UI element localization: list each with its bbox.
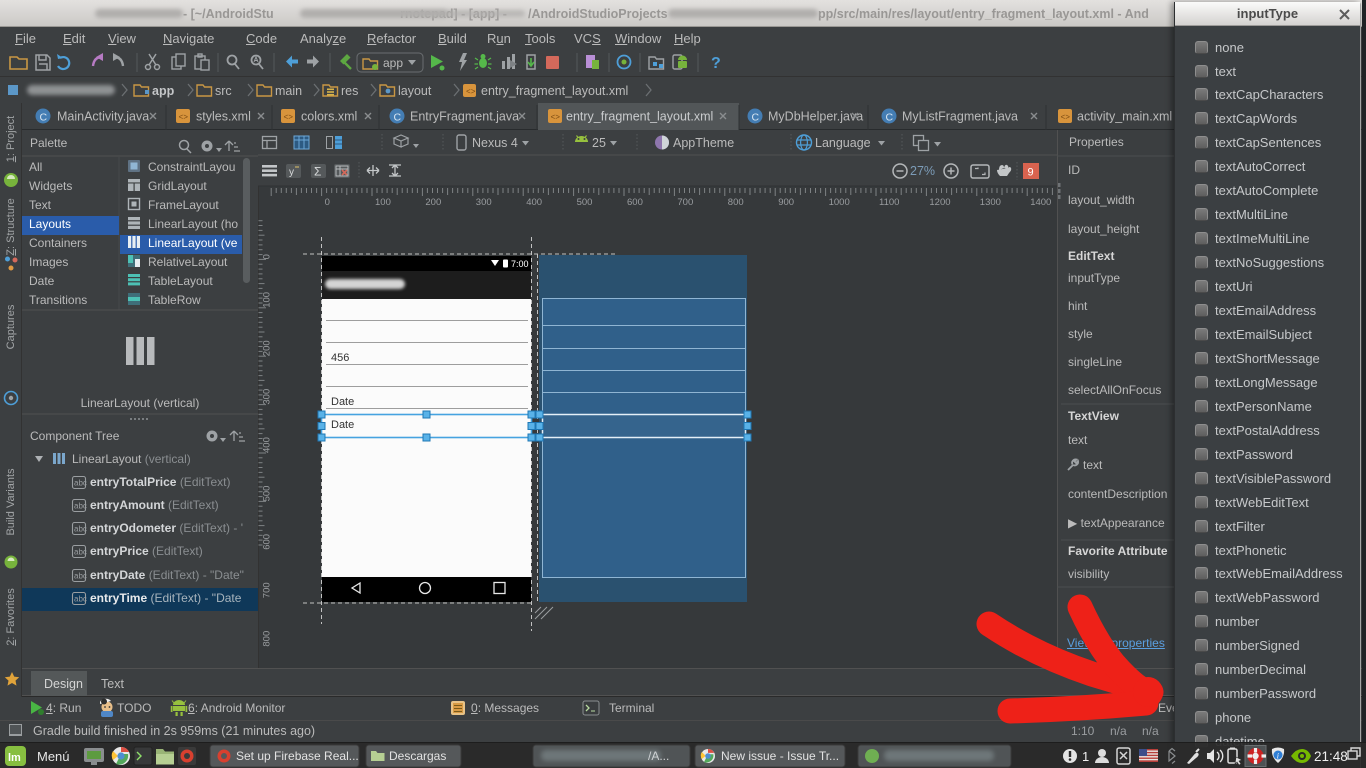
svg-text:/A...: /A...	[648, 749, 669, 763]
svg-text:New issue - Issue Tr...: New issue - Issue Tr...	[721, 749, 839, 763]
svg-text:i: i	[1277, 752, 1279, 761]
svg-text:Descargas: Descargas	[389, 749, 446, 763]
svg-text:lm: lm	[8, 752, 21, 764]
svg-text:Menú: Menú	[37, 749, 70, 764]
svg-text:21:48: 21:48	[1314, 749, 1348, 764]
svg-text:Set up Firebase Real...: Set up Firebase Real...	[236, 749, 359, 763]
svg-text:1: 1	[1082, 749, 1089, 764]
